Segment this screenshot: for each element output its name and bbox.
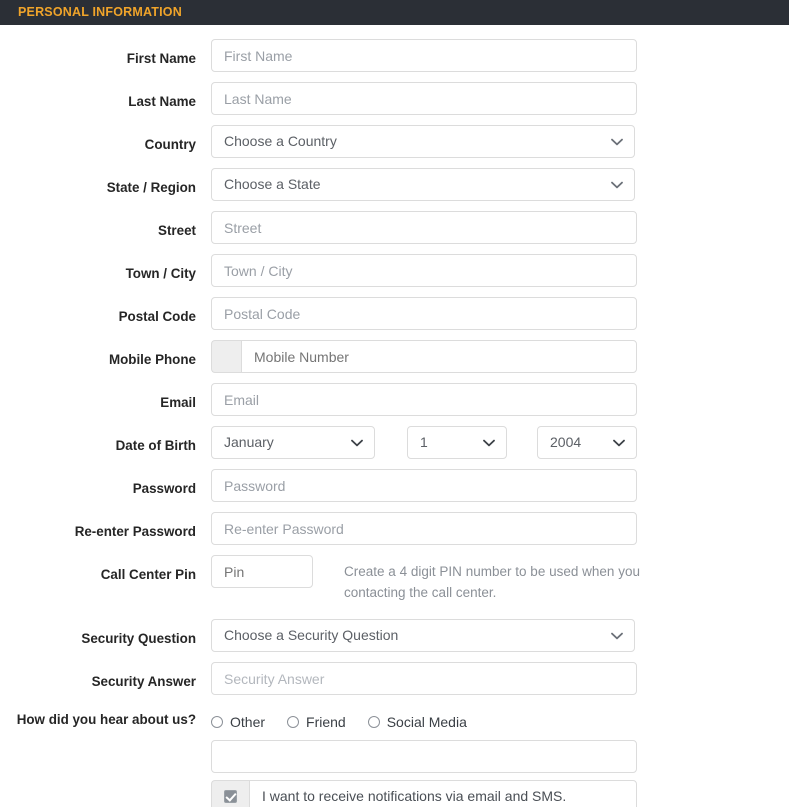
- label-last-name: Last Name: [128, 94, 196, 109]
- row-notifications: I want to receive notifications via emai…: [0, 780, 789, 807]
- re-enter-password-input[interactable]: [211, 512, 637, 545]
- field-how-did-you-hear: Other Friend Social Media: [211, 705, 789, 773]
- field-street: [211, 211, 789, 244]
- row-mobile-phone: Mobile Phone: [0, 340, 789, 373]
- how-did-you-hear-radio-group: Other Friend Social Media: [211, 705, 467, 731]
- label-mobile-phone: Mobile Phone: [108, 352, 196, 367]
- first-name-input[interactable]: [211, 39, 637, 72]
- field-email: [211, 383, 789, 416]
- label-email: Email: [160, 395, 196, 410]
- field-state-region: Choose a State: [211, 168, 789, 201]
- personal-information-form: First Name Last Name Country Choose a Co…: [0, 25, 789, 807]
- radio-option-social-media[interactable]: Social Media: [367, 714, 467, 730]
- radio-option-other[interactable]: Other: [211, 714, 265, 730]
- mobile-phone-input-group: [211, 340, 637, 373]
- label-street: Street: [158, 223, 196, 238]
- field-security-answer: [211, 662, 789, 695]
- street-input[interactable]: [211, 211, 637, 244]
- call-center-pin-help-text: Create a 4 digit PIN number to be used w…: [344, 564, 640, 600]
- town-city-input[interactable]: [211, 254, 637, 287]
- row-last-name: Last Name: [0, 82, 789, 115]
- how-did-you-hear-detail-input[interactable]: [211, 740, 637, 773]
- label-first-name: First Name: [126, 51, 196, 66]
- row-postal-code: Postal Code: [0, 297, 789, 330]
- label-date-of-birth: Date of Birth: [115, 438, 196, 453]
- field-mobile-phone: [211, 340, 789, 373]
- label-notifications-spacer: [0, 780, 211, 791]
- radio-circle-icon: [367, 716, 380, 728]
- notifications-text: I want to receive notifications via emai…: [249, 780, 637, 807]
- dob-month-select[interactable]: January: [211, 426, 375, 459]
- postal-code-input[interactable]: [211, 297, 637, 330]
- label-state-region: State / Region: [106, 180, 196, 195]
- label-postal-code: Postal Code: [118, 309, 196, 324]
- country-select[interactable]: Choose a Country: [211, 125, 635, 158]
- state-select[interactable]: Choose a State: [211, 168, 635, 201]
- mobile-country-code-addon[interactable]: [211, 340, 241, 373]
- radio-label-other: Other: [230, 714, 266, 730]
- check-icon: [224, 790, 237, 803]
- last-name-input[interactable]: [211, 82, 637, 115]
- dob-year-select-wrap: 2004: [537, 426, 637, 459]
- row-password: Password: [0, 469, 789, 502]
- row-country: Country Choose a Country: [0, 125, 789, 158]
- state-select-wrap: Choose a State: [211, 168, 635, 201]
- field-call-center-pin: Create a 4 digit PIN number to be used w…: [211, 555, 789, 603]
- dob-month-select-wrap: January: [211, 426, 375, 459]
- radio-option-friend[interactable]: Friend: [287, 714, 346, 730]
- row-state-region: State / Region Choose a State: [0, 168, 789, 201]
- row-date-of-birth: Date of Birth January 1 2004: [0, 426, 789, 459]
- field-postal-code: [211, 297, 789, 330]
- field-re-enter-password: [211, 512, 789, 545]
- radio-circle-icon: [211, 716, 223, 728]
- registration-form-page: PERSONAL INFORMATION First Name Last Nam…: [0, 0, 789, 807]
- security-answer-input[interactable]: [211, 662, 637, 695]
- radio-label-social-media: Social Media: [386, 714, 467, 730]
- call-center-pin-input[interactable]: [211, 555, 313, 588]
- notifications-checkbox-addon[interactable]: [211, 780, 249, 807]
- dob-day-select-wrap: 1: [407, 426, 507, 459]
- radio-label-friend: Friend: [306, 714, 346, 730]
- dob-day-select[interactable]: 1: [407, 426, 507, 459]
- row-town-city: Town / City: [0, 254, 789, 287]
- label-re-enter-password: Re-enter Password: [74, 524, 196, 539]
- field-password: [211, 469, 789, 502]
- label-call-center-pin: Call Center Pin: [100, 567, 196, 582]
- row-email: Email: [0, 383, 789, 416]
- row-call-center-pin: Call Center Pin Create a 4 digit PIN num…: [0, 555, 789, 603]
- security-question-select[interactable]: Choose a Security Question: [211, 619, 635, 652]
- label-town-city: Town / City: [125, 266, 196, 281]
- label-security-question: Security Question: [81, 631, 196, 646]
- notifications-input-group: I want to receive notifications via emai…: [211, 780, 637, 807]
- field-security-question: Choose a Security Question: [211, 619, 789, 652]
- section-header-title: PERSONAL INFORMATION: [18, 5, 182, 20]
- dob-year-select[interactable]: 2004: [537, 426, 637, 459]
- field-date-of-birth: January 1 2004: [211, 426, 789, 459]
- label-how-did-you-hear: How did you hear about us?: [16, 712, 196, 727]
- row-first-name: First Name: [0, 39, 789, 72]
- row-street: Street: [0, 211, 789, 244]
- country-select-wrap: Choose a Country: [211, 125, 635, 158]
- label-password: Password: [132, 481, 196, 496]
- field-town-city: [211, 254, 789, 287]
- label-security-answer: Security Answer: [91, 674, 196, 689]
- radio-circle-icon: [287, 716, 300, 728]
- row-security-question: Security Question Choose a Security Ques…: [0, 619, 789, 652]
- security-question-select-wrap: Choose a Security Question: [211, 619, 635, 652]
- row-security-answer: Security Answer: [0, 662, 789, 695]
- field-country: Choose a Country: [211, 125, 789, 158]
- email-input[interactable]: [211, 383, 637, 416]
- label-country: Country: [144, 137, 196, 152]
- row-re-enter-password: Re-enter Password: [0, 512, 789, 545]
- row-how-did-you-hear: How did you hear about us? Other Friend …: [0, 705, 789, 773]
- section-header: PERSONAL INFORMATION: [0, 0, 789, 25]
- password-input[interactable]: [211, 469, 637, 502]
- field-notifications: I want to receive notifications via emai…: [211, 780, 789, 807]
- mobile-number-input[interactable]: [241, 340, 637, 373]
- field-first-name: [211, 39, 789, 72]
- field-last-name: [211, 82, 789, 115]
